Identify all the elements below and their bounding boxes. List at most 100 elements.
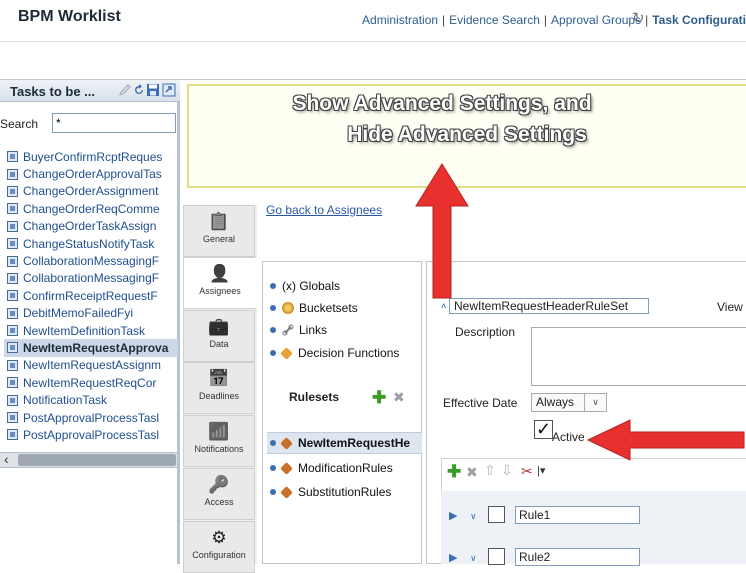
globals-label: (x) Globals [282,279,341,293]
rule-checkbox[interactable] [488,548,505,565]
tab-label: General [202,234,236,244]
task-label: NotificationTask [23,393,108,408]
collapse-icon[interactable]: ˄ [441,301,446,311]
ruleset-item[interactable]: ModificationRules [270,461,393,475]
task-list-item[interactable]: PostApprovalProcessTasl [4,426,178,443]
cut-icon[interactable]: ✂ [521,463,533,480]
active-label: Active [552,430,585,444]
tab-access[interactable]: 🔑 Access [183,468,255,520]
move-down-icon[interactable]: ⇩ [501,462,513,479]
annotation-text: Show Advanced Settings, and Hide Advance… [187,88,746,150]
scroll-left-icon[interactable]: ‹ [4,451,9,467]
tab-configuration[interactable]: ⚙ Configuration [183,521,255,573]
add-rule-icon[interactable]: ✚ [447,462,461,482]
rule-name-field[interactable]: Rule1 [515,506,640,524]
move-up-icon[interactable]: ⇧ [484,462,496,479]
task-label: ChangeOrderApprovalTas [23,167,162,182]
decision-functions-node[interactable]: Decision Functions [270,346,399,360]
delete-rule-icon[interactable]: ✖ [466,464,478,481]
globals-node[interactable]: (x) Globals [270,279,340,293]
tab-label: Access [204,497,234,507]
task-label: NewItemRequestReqCor [23,375,157,390]
tab-general[interactable]: 📋 General [183,205,255,257]
key-icon: 🔑 [208,475,230,494]
tab-notifications[interactable]: 📶 Notifications [183,415,255,467]
task-list-item[interactable]: NotificationTask [4,391,178,408]
rss-icon: 📶 [208,422,230,441]
task-list-item[interactable]: NewItemRequestReqCor [4,374,178,391]
nav-separator: | [442,13,446,27]
rule-options-icon[interactable]: ∨ [470,511,477,522]
task-list-item[interactable]: ChangeOrderReqComme [4,200,178,217]
task-label: ChangeOrderReqComme [23,201,160,216]
effective-date-value: Always [536,395,575,409]
effective-date-select[interactable]: Always ∨ [531,393,607,412]
task-list-item[interactable]: NewItemDefinitionTask [4,322,178,339]
nav-separator: | [645,13,649,27]
task-list-item[interactable]: ConfirmReceiptRequestF [4,287,178,304]
search-label: Search [0,117,39,131]
expand-rule-icon[interactable]: ▶︎ [449,509,457,522]
expand-rule-icon[interactable]: ▶︎ [449,551,457,564]
ruleset-item[interactable]: SubstitutionRules [270,485,391,499]
tab-assignees[interactable]: 👤 Assignees [183,257,257,309]
task-label: ChangeStatusNotifyTask [23,236,155,251]
bullet-icon [270,305,276,311]
active-checkbox[interactable]: ✓ [534,420,553,439]
tab-label: Notifications [194,444,244,454]
task-list-item[interactable]: ChangeStatusNotifyTask [4,235,178,252]
bucketsets-label: Bucketsets [299,301,358,315]
task-list-item[interactable]: DebitMemoFailedFyi [4,305,178,322]
task-list-item[interactable]: ChangeOrderAssignment [4,183,178,200]
ruleset-label: ModificationRules [298,461,393,475]
nav-link-approval-groups[interactable]: Approval Groups [551,13,641,27]
task-label: PostApprovalProcessTasl [23,410,160,425]
ruleset-name-field[interactable]: NewItemRequestHeaderRuleSet [449,298,649,314]
task-icon [7,168,18,180]
edit-icon[interactable] [118,83,132,97]
tab-deadlines[interactable]: 📅 Deadlines [183,362,255,414]
nav-link-evidence-search[interactable]: Evidence Search [449,13,540,27]
annotation-line-2: Hide Advanced Settings [347,123,587,146]
task-icon [7,272,18,284]
ruleset-label: SubstitutionRules [298,485,392,499]
task-list-item[interactable]: ChangeOrderTaskAssign [4,218,178,235]
app-title: BPM Worklist [18,8,121,25]
task-icon [7,151,18,163]
view-label[interactable]: View [717,300,743,314]
links-node[interactable]: Links [270,323,327,337]
delete-ruleset-icon[interactable]: ✖ [393,389,405,406]
scrollbar-thumb[interactable] [18,454,176,466]
task-list-item[interactable]: NewItemRequestApprova [4,339,178,357]
add-ruleset-icon[interactable]: ✚ [372,388,386,408]
task-icon [7,185,18,197]
bullet-icon [270,283,276,289]
task-list-item[interactable]: CollaborationMessagingF [4,252,178,269]
task-list-item[interactable]: BuyerConfirmRcptReques [4,148,178,165]
task-list: BuyerConfirmRcptReques ChangeOrderApprova… [4,148,178,444]
task-list-item[interactable]: NewItemRequestAssignm [4,357,178,374]
rule-options-icon[interactable]: ∨ [470,553,477,564]
description-textarea[interactable] [531,327,746,386]
task-icon [7,307,18,319]
rule-name-field[interactable]: Rule2 [515,548,640,566]
task-label: ChangeOrderTaskAssign [23,219,157,234]
ruleset-icon [280,461,293,475]
task-list-item[interactable]: PostApprovalProcessTasl [4,409,178,426]
links-label: Links [299,323,328,337]
bucketsets-node[interactable]: Bucketsets [270,301,358,315]
ruleset-item-selected[interactable]: NewItemRequestHe [270,436,410,450]
nav-link-administration[interactable]: Administration [362,13,438,27]
annotation-line-1: Show Advanced Settings, and [292,92,592,115]
rule-checkbox[interactable] [488,506,505,523]
more-actions-icon[interactable]: |▾ [537,464,545,477]
bucketset-icon [282,302,294,314]
task-icon [7,238,18,250]
task-list-item[interactable]: ChangeOrderApprovalTas [4,165,178,182]
tab-label: Deadlines [198,391,240,401]
briefcase-icon: 💼 [208,317,230,336]
tab-data[interactable]: 💼 Data [183,310,255,362]
nav-link-task-configuration[interactable]: Task Configurati [652,13,746,27]
back-to-assignees-link[interactable]: Go back to Assignees [266,203,382,217]
task-list-item[interactable]: CollaborationMessagingF [4,270,178,287]
